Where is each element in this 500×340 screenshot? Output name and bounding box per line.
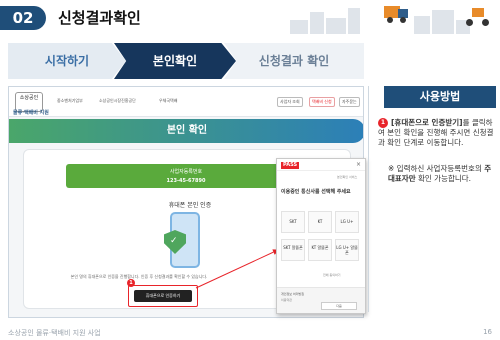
page-number: 16 [483, 328, 492, 336]
step-result-check: 신청결과 확인 [224, 43, 364, 79]
step-marker-badge: 1 [127, 279, 135, 287]
partner-logo-semas: 소상공인시장진흥공단 [99, 98, 136, 103]
identity-banner: 본인 확인 [9, 119, 363, 143]
popup-header: PASS × [277, 159, 365, 171]
phone-auth-button[interactable]: 휴대폰으로 인증하기 [134, 290, 192, 302]
usage-step-marker: 1 [378, 118, 388, 128]
terms-link[interactable]: 이용약관 [281, 298, 292, 302]
usage-title: 사용방법 [384, 86, 496, 108]
business-number-label: 사업자등록번호 [169, 169, 203, 175]
faq-button[interactable]: 자주묻는 [339, 97, 360, 107]
divider [368, 86, 369, 312]
partner-logo-post: 우체국택배 [159, 98, 178, 103]
phone-auth-description: 본인 명의 휴대폰으로 인증을 진행합니다. 인증 후 신청결과를 확인할 수 … [70, 274, 208, 279]
business-number-bar: 사업자등록번호 123-45-67890 [66, 164, 306, 188]
privacy-link[interactable]: 개인정보 처리방침 [281, 292, 304, 296]
carrier-grid: SKT KT LG U+ SKT 알뜰폰 KT 알뜰폰 LG U+ 알뜰폰 [281, 211, 361, 271]
delivery-scooter-icon [466, 8, 490, 26]
site-logo-subtitle: 물류·택배비 지원 [13, 110, 49, 116]
carrier-lgu[interactable]: LG U+ [335, 211, 359, 233]
phone-auth-title: 휴대폰 본인 인증 [168, 202, 212, 209]
phone-shield-icon: ✓ [164, 212, 208, 270]
section-number: 02 [0, 6, 46, 30]
carrier-lgu-mvno[interactable]: LG U+ 알뜰폰 [335, 239, 359, 261]
delivery-truck-icon [384, 6, 410, 24]
footer-caption: 소상공인 물류·택배비 지원 사업 [8, 329, 101, 337]
usage-step-1-bold: [휴대폰으로 인증받기] [391, 118, 463, 127]
usage-note-rest: 확인 가능합니다. [415, 174, 472, 183]
usage-note: ※ 입력하신 사업자등록번호의 주대표자만 확인 가능합니다. [388, 164, 496, 184]
usage-step-1: 1 [휴대폰으로 인증받기]를 클릭하여 본인 확인을 진행해 주시면 신청결과 … [378, 118, 496, 148]
usage-panel: 사용방법 1 [휴대폰으로 인증받기]를 클릭하여 본인 확인을 진행해 주시면 … [374, 86, 496, 318]
carrier-skt[interactable]: SKT [281, 211, 305, 233]
step-identity-check: 본인확인 [114, 43, 236, 79]
page-header: 02 신청결과확인 [0, 0, 500, 36]
site-logo-text: 소상공인 [19, 95, 39, 101]
pass-auth-popup: PASS × 본인확인 서비스 이용중인 통신사를 선택해 주세요 SKT KT… [276, 158, 366, 314]
section-title: 신청결과확인 [58, 9, 141, 27]
close-icon[interactable]: × [356, 161, 361, 168]
business-lookup-button[interactable]: 사업자 조회 [277, 97, 303, 107]
next-button[interactable]: 다음 [321, 302, 357, 310]
popup-notice: 본인확인 서비스 [337, 175, 358, 179]
site-topbar: 소상공인 물류·택배비 지원 중소벤처기업부 소상공인시장진흥공단 우체국택배 … [9, 87, 363, 117]
carrier-kt[interactable]: KT [308, 211, 332, 233]
pass-logo: PASS [281, 162, 300, 169]
usage-note-prefix: ※ 입력하신 사업자등록번호의 [388, 164, 485, 173]
popup-title: 이용중인 통신사를 선택해 주세요 [281, 189, 351, 195]
business-number-value: 123-45-67890 [166, 178, 206, 184]
partner-logo-mss: 중소벤처기업부 [57, 98, 83, 103]
popup-footer: 개인정보 처리방침 이용약관 다음 [277, 287, 365, 313]
carrier-skt-mvno[interactable]: SKT 알뜰폰 [281, 239, 305, 261]
apply-button[interactable]: 택배비 신청 [309, 97, 335, 107]
carrier-kt-mvno[interactable]: KT 알뜰폰 [308, 239, 332, 261]
progress-steps: 시작하기 본인확인 신청결과 확인 [8, 43, 368, 79]
agree-all-checkbox[interactable]: 전체 동의하기 [323, 273, 363, 277]
step-start: 시작하기 [8, 43, 126, 79]
